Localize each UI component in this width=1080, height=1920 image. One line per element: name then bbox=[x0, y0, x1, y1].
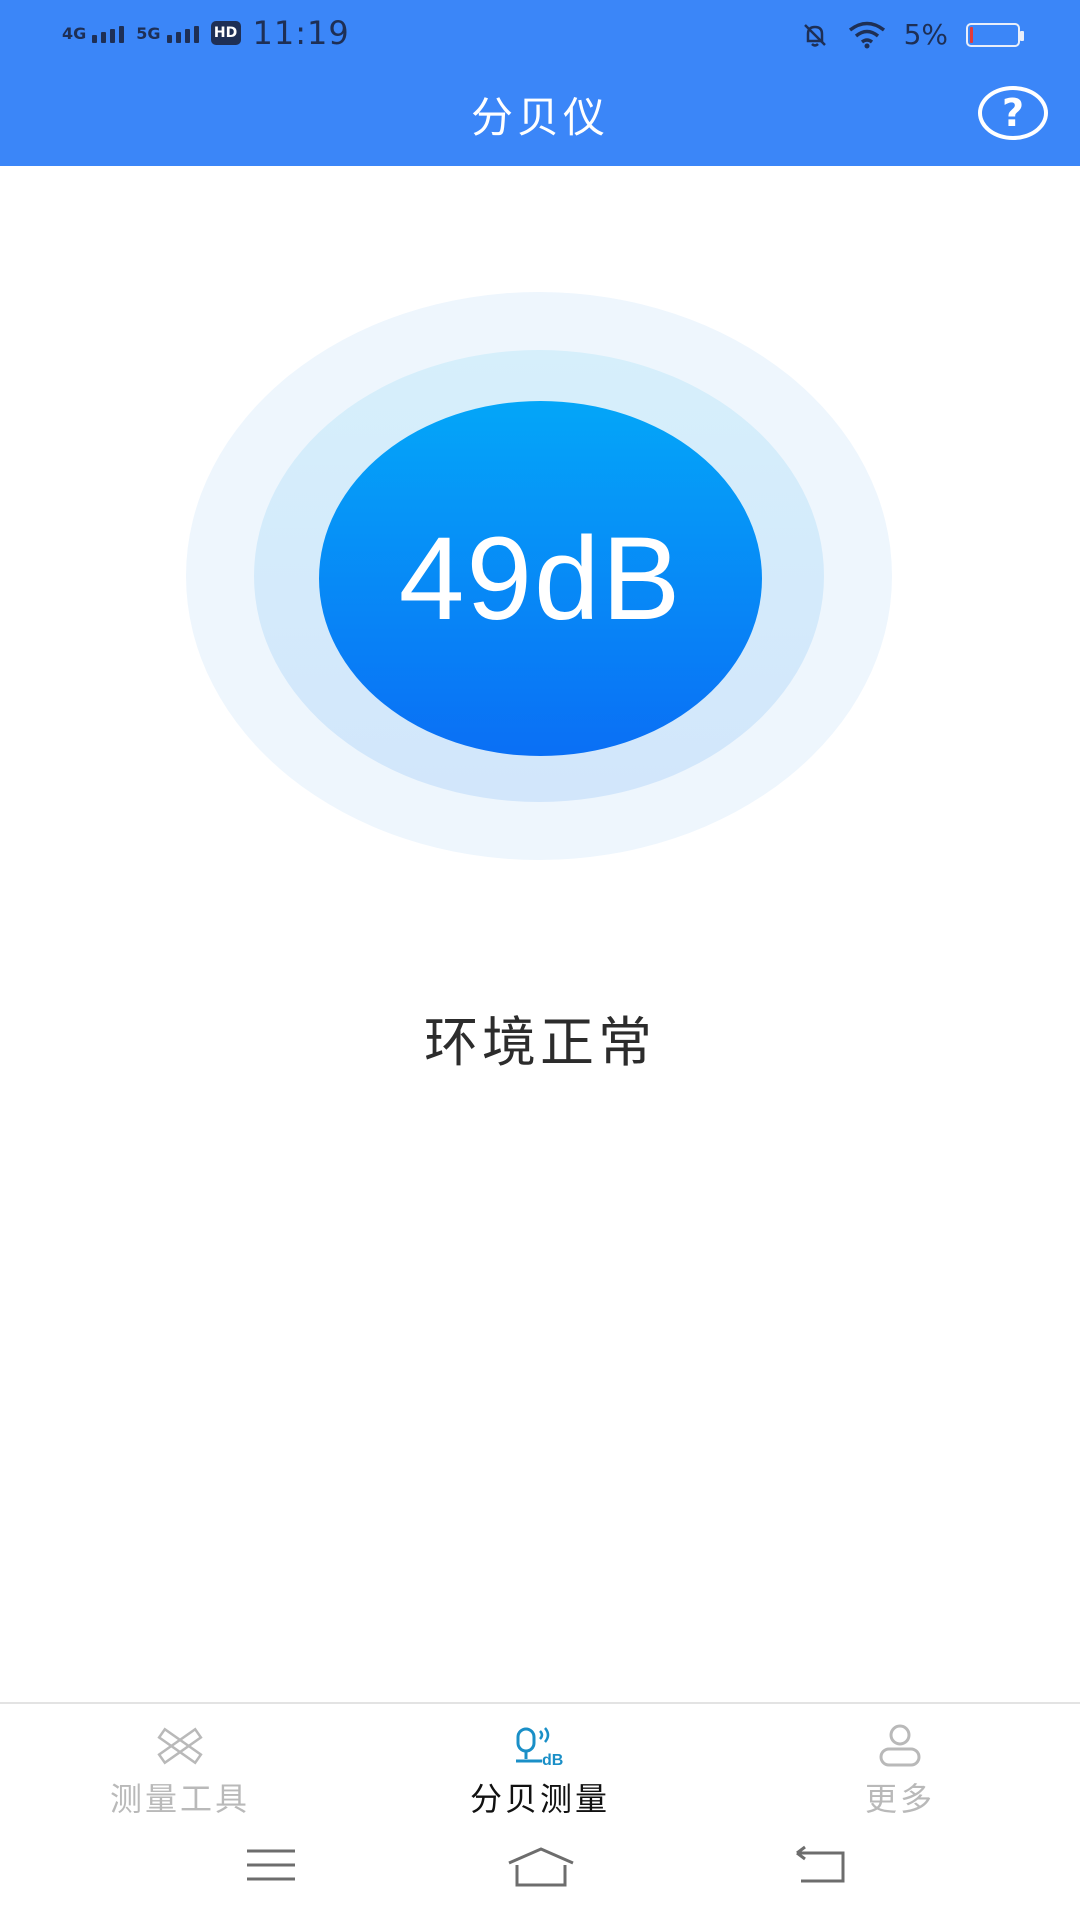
tab-measure-tools[interactable]: 测量工具 bbox=[50, 1720, 310, 1820]
tab-measure-tools-label: 测量工具 bbox=[109, 1780, 250, 1818]
menu-icon[interactable] bbox=[245, 1845, 297, 1889]
system-navigation-bar bbox=[0, 1835, 1080, 1905]
signal-4g-icon: 4G bbox=[62, 23, 125, 43]
tab-decibel-measure-label: 分贝测量 bbox=[469, 1780, 610, 1818]
network-label-4g: 4G bbox=[62, 23, 87, 43]
battery-percent: 5% bbox=[903, 18, 948, 51]
network-label-5g: 5G bbox=[136, 23, 161, 43]
tab-more-label: 更多 bbox=[864, 1780, 935, 1818]
hd-voice-icon: HD bbox=[210, 21, 241, 45]
back-icon[interactable] bbox=[795, 1845, 849, 1891]
battery-level bbox=[970, 26, 973, 43]
bottom-nav-divider bbox=[0, 1702, 1080, 1704]
signal-5g-icon: 5G bbox=[136, 23, 199, 43]
decibel-microphone-icon: dB bbox=[410, 1720, 670, 1772]
bell-off-icon bbox=[803, 23, 826, 47]
help-button[interactable]: ? bbox=[978, 86, 1048, 140]
decibel-reading: 49dB bbox=[398, 512, 683, 645]
environment-status: 环境正常 bbox=[424, 1011, 656, 1074]
wifi-icon bbox=[848, 21, 885, 48]
person-icon bbox=[770, 1720, 1030, 1772]
status-bar: 4G 5G HD 11:19 5% bbox=[0, 0, 1080, 66]
decibel-gauge: 49dB bbox=[186, 292, 892, 860]
tab-more[interactable]: 更多 bbox=[770, 1720, 1030, 1820]
page-title: 分贝仪 bbox=[470, 93, 609, 142]
status-right: 5% bbox=[800, 18, 1024, 51]
question-mark-icon: ? bbox=[1001, 91, 1025, 135]
svg-text:dB: dB bbox=[542, 1752, 563, 1769]
app-header: 4G 5G HD 11:19 5% 分贝仪 ? bbox=[0, 0, 1080, 166]
tab-decibel-measure[interactable]: dB 分贝测量 bbox=[410, 1720, 670, 1820]
gauge-inner-circle: 49dB bbox=[319, 401, 762, 756]
ruler-pencil-icon bbox=[50, 1720, 310, 1772]
battery-icon bbox=[966, 22, 1024, 47]
status-left: 4G 5G HD 11:19 bbox=[62, 14, 350, 52]
home-icon[interactable] bbox=[505, 1845, 577, 1893]
status-time: 11:19 bbox=[252, 14, 350, 52]
